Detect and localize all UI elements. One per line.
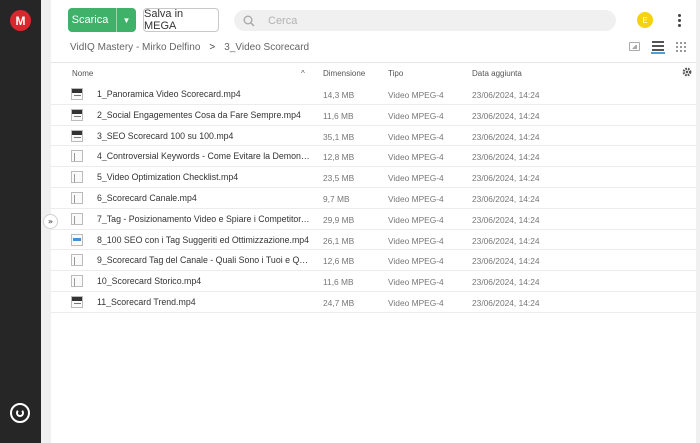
table-row[interactable]: 3_SEO Scorecard 100 su 100.mp4 35,1 MB Vid…: [51, 126, 696, 147]
breadcrumb-current[interactable]: 3_Video Scorecard: [224, 42, 309, 53]
file-list: 1_Panoramica Video Scorecard.mp4 14,3 MB V…: [51, 84, 696, 313]
table-header: Nome ^ Dimensione Tipo Data aggiunta: [51, 64, 696, 84]
file-size: 29,9 MB: [323, 214, 355, 225]
video-thumbnail-icon: [71, 212, 83, 225]
video-thumbnail-icon: [71, 129, 83, 142]
file-date: 23/06/2024, 14:24: [472, 235, 540, 246]
file-name[interactable]: 2_Social Engagementes Cosa da Fare Sempr…: [97, 110, 311, 120]
file-type: Video MPEG-4: [388, 214, 444, 225]
download-button[interactable]: Scarica ▼: [68, 8, 136, 32]
file-size: 11,6 MB: [323, 110, 354, 121]
file-type: Video MPEG-4: [388, 110, 444, 121]
file-type: Video MPEG-4: [388, 235, 444, 246]
video-thumbnail-icon: [71, 150, 83, 163]
chevron-down-icon[interactable]: ▼: [116, 8, 136, 32]
file-date: 23/06/2024, 14:24: [472, 152, 540, 163]
video-thumbnail-icon: [71, 171, 83, 184]
file-size: 26,1 MB: [323, 235, 355, 246]
file-type: Video MPEG-4: [388, 256, 444, 267]
file-date: 23/06/2024, 14:24: [472, 297, 540, 308]
video-thumbnail-icon: [71, 191, 83, 204]
file-type: Video MPEG-4: [388, 131, 444, 142]
table-row[interactable]: 11_Scorecard Trend.mp4 24,7 MB Video MPEG-…: [51, 292, 696, 313]
file-name[interactable]: 1_Panoramica Video Scorecard.mp4: [97, 89, 311, 99]
file-name[interactable]: 9_Scorecard Tag del Canale - Quali Sono …: [97, 255, 311, 265]
save-to-mega-button[interactable]: Salva in MEGA: [143, 8, 219, 32]
file-type: Video MPEG-4: [388, 277, 444, 288]
download-button-label: Scarica: [71, 14, 109, 26]
file-name[interactable]: 10_Scorecard Storico.mp4: [97, 276, 311, 286]
file-size: 11,6 MB: [323, 277, 354, 288]
table-row[interactable]: 9_Scorecard Tag del Canale - Quali Sono …: [51, 250, 696, 272]
table-row[interactable]: 6_Scorecard Canale.mp4 9,7 MB Video MPEG-4…: [51, 188, 696, 209]
transfers-icon[interactable]: [10, 403, 30, 423]
video-thumbnail-icon: [71, 275, 83, 288]
video-thumbnail-icon: [71, 108, 83, 121]
search-icon: [243, 15, 255, 27]
file-name[interactable]: 6_Scorecard Canale.mp4: [97, 193, 311, 203]
file-name[interactable]: 5_Video Optimization Checklist.mp4: [97, 172, 311, 182]
gear-icon[interactable]: [681, 66, 693, 78]
file-size: 9,7 MB: [323, 193, 350, 204]
search-input[interactable]: [268, 14, 588, 27]
table-row[interactable]: 7_Tag - Posizionamento Video e Spiare i …: [51, 209, 696, 230]
file-name[interactable]: 7_Tag - Posizionamento Video e Spiare i …: [97, 214, 311, 224]
list-view-icon[interactable]: [651, 40, 665, 54]
file-date: 23/06/2024, 14:24: [472, 110, 540, 121]
column-header-type[interactable]: Tipo: [388, 69, 403, 78]
file-name[interactable]: 11_Scorecard Trend.mp4: [97, 297, 311, 307]
table-row[interactable]: 10_Scorecard Storico.mp4 11,6 MB Video MPE…: [51, 271, 696, 292]
more-menu-icon[interactable]: [674, 12, 684, 28]
file-date: 23/06/2024, 14:24: [472, 90, 540, 100]
sort-ascending-icon[interactable]: ^: [301, 69, 305, 78]
mega-logo-icon[interactable]: M: [10, 10, 31, 31]
left-sidebar: M: [0, 0, 41, 443]
grid-view-icon[interactable]: [676, 42, 686, 52]
column-header-name[interactable]: Nome: [72, 69, 93, 78]
file-type: Video MPEG-4: [388, 152, 444, 163]
table-row[interactable]: 4_Controversial Keywords - Come Evitare …: [51, 146, 696, 168]
file-type: Video MPEG-4: [388, 297, 444, 308]
table-row[interactable]: 8_100 SEO con i Tag Suggeriti ed Ottimiz…: [51, 230, 696, 251]
search-bar[interactable]: [234, 10, 616, 31]
thumbnail-view-icon[interactable]: [629, 42, 640, 51]
file-size: 23,5 MB: [323, 173, 355, 184]
file-date: 23/06/2024, 14:24: [472, 131, 540, 142]
file-date: 23/06/2024, 14:24: [472, 193, 540, 204]
video-thumbnail-icon: [71, 254, 83, 267]
video-thumbnail-icon: [71, 233, 83, 246]
file-type: Video MPEG-4: [388, 173, 444, 184]
scrollbar-track[interactable]: [696, 0, 700, 443]
file-type: Video MPEG-4: [388, 90, 444, 100]
table-row[interactable]: 2_Social Engagementes Cosa da Fare Sempr…: [51, 105, 696, 126]
file-name[interactable]: 4_Controversial Keywords - Come Evitare …: [97, 151, 311, 161]
breadcrumb-root[interactable]: VidIQ Mastery - Mirko Delfino: [70, 42, 200, 53]
divider: [51, 62, 696, 63]
file-size: 12,8 MB: [323, 152, 355, 163]
column-header-size[interactable]: Dimensione: [323, 69, 365, 78]
breadcrumb: VidIQ Mastery - Mirko Delfino >3_Video Sc…: [70, 42, 309, 53]
file-name[interactable]: 3_SEO Scorecard 100 su 100.mp4: [97, 131, 311, 141]
video-thumbnail-icon: [71, 295, 83, 308]
avatar[interactable]: E: [637, 12, 653, 28]
video-thumbnail-icon: [71, 88, 83, 100]
file-name[interactable]: 8_100 SEO con i Tag Suggeriti ed Ottimiz…: [97, 235, 311, 245]
file-size: 35,1 MB: [323, 131, 355, 142]
table-row[interactable]: 1_Panoramica Video Scorecard.mp4 14,3 MB V…: [51, 84, 696, 105]
file-type: Video MPEG-4: [388, 193, 444, 204]
table-row[interactable]: 5_Video Optimization Checklist.mp4 23,5 M…: [51, 167, 696, 188]
file-date: 23/06/2024, 14:24: [472, 277, 540, 288]
file-date: 23/06/2024, 14:24: [472, 256, 540, 267]
file-size: 14,3 MB: [323, 90, 355, 100]
file-date: 23/06/2024, 14:24: [472, 173, 540, 184]
file-size: 24,7 MB: [323, 297, 355, 308]
file-size: 12,6 MB: [323, 256, 355, 267]
chevron-right-icon: >: [209, 42, 216, 53]
file-date: 23/06/2024, 14:24: [472, 214, 540, 225]
column-header-date[interactable]: Data aggiunta: [472, 69, 522, 78]
